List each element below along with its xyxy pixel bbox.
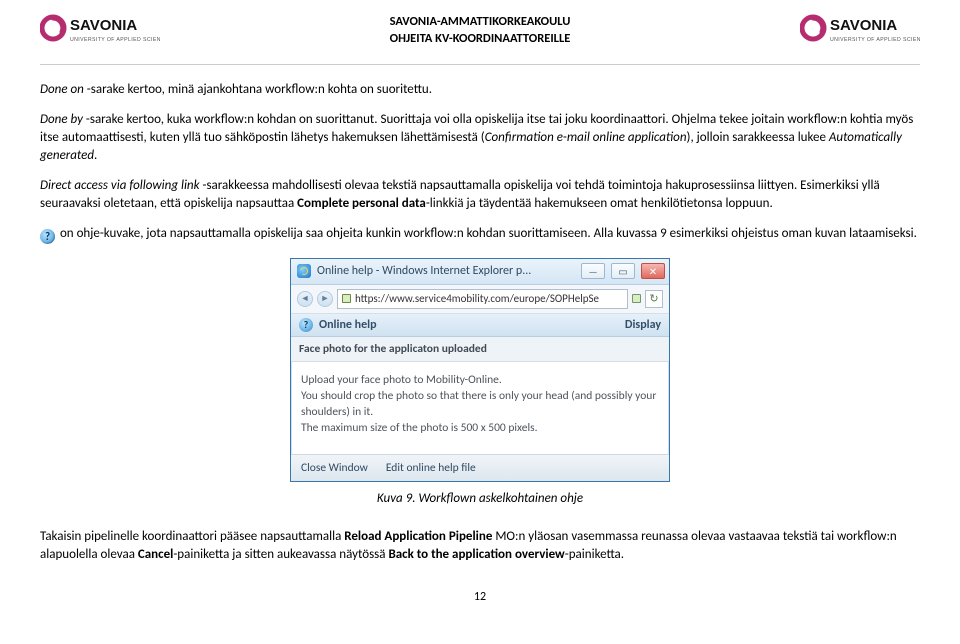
logo-brand-text: SAVONIA (70, 17, 137, 34)
header-titles: SAVONIA-AMMATTIKORKEAKOULU OHJEITA KV-KO… (170, 10, 790, 48)
paragraph-direct-access: Direct access via following link -sarakk… (40, 177, 920, 213)
edit-help-link[interactable]: Edit online help file (386, 461, 476, 475)
paragraph-help-icon: ? on ohje-kuvake, jota napsauttamalla op… (40, 225, 920, 244)
nav-back-button[interactable]: ◄ (297, 291, 313, 307)
term-back-to-overview: Back to the application overview (388, 547, 564, 562)
help-body-line3: The maximum size of the photo is 500 x 5… (301, 420, 659, 436)
logo-left: SAVONIA UNIVERSITY OF APPLIED SCIENCES (40, 10, 170, 54)
svg-text:UNIVERSITY OF APPLIED SCIENCES: UNIVERSITY OF APPLIED SCIENCES (830, 37, 920, 43)
term-done-on: Done on (40, 82, 84, 97)
help-panel-header: ? Online help Display (291, 314, 669, 337)
refresh-button[interactable]: ↻ (645, 290, 663, 308)
help-panel-title-wrap: ? Online help (299, 318, 377, 332)
nav-forward-button[interactable]: ► (317, 291, 333, 307)
help-body: Upload your face photo to Mobility-Onlin… (291, 362, 669, 454)
ie-app-icon (297, 264, 311, 278)
svg-text:SAVONIA: SAVONIA (830, 17, 897, 34)
help-section-title: Face photo for the applicaton uploaded (291, 337, 669, 362)
ie-window: Online help - Windows Internet Explorer … (290, 258, 670, 482)
term-complete-personal-data: Complete personal data (297, 196, 426, 211)
question-icon: ? (299, 318, 313, 332)
maximize-button[interactable]: ▭ (611, 263, 635, 279)
security-lock-icon (632, 294, 641, 303)
help-body-line2: You should crop the photo so that there … (301, 388, 659, 420)
lock-icon (342, 294, 351, 303)
figure-caption: Kuva 9. Workflown askelkohtainen ohje (40, 490, 920, 508)
header-line2: OHJEITA KV-KOORDINAATTOREILLE (170, 31, 790, 48)
term-direct-access: Direct access via following link (40, 178, 200, 193)
minimize-button[interactable]: — (581, 263, 605, 279)
paragraph-return-pipeline: Takaisin pipelinelle koordinaattori pääs… (40, 528, 920, 564)
paragraph-done-on: Done on -sarake kertoo, minä ajankohtana… (40, 81, 920, 99)
ie-screenshot: Online help - Windows Internet Explorer … (40, 258, 920, 482)
page-header: SAVONIA UNIVERSITY OF APPLIED SCIENCES S… (40, 0, 920, 60)
ie-address-bar: ◄ ► https://www.service4mobility.com/eur… (291, 285, 669, 314)
logo-sub-text: UNIVERSITY OF APPLIED SCIENCES (70, 37, 160, 43)
help-icon: ? (40, 229, 55, 244)
window-close-button[interactable]: ✕ (641, 263, 665, 279)
paragraph-done-by: Done by -sarake kertoo, kuka workflow:n … (40, 111, 920, 165)
help-body-line1: Upload your face photo to Mobility-Onlin… (301, 372, 659, 388)
help-panel-title: Online help (319, 318, 377, 332)
logo-right: SAVONIA UNIVERSITY OF APPLIED SCIENCES (790, 10, 920, 54)
term-cancel: Cancel (138, 547, 173, 562)
url-text: https://www.service4mobility.com/europe/… (355, 292, 599, 305)
header-divider (40, 64, 920, 65)
header-line1: SAVONIA-AMMATTIKORKEAKOULU (170, 14, 790, 31)
close-window-link[interactable]: Close Window (301, 461, 368, 475)
term-done-by: Done by (40, 112, 83, 127)
term-confirmation-email: Confirmation e-mail online application (485, 130, 687, 145)
help-footer: Close Window Edit online help file (291, 454, 669, 481)
url-field[interactable]: https://www.service4mobility.com/europe/… (337, 289, 628, 309)
help-panel-display: Display (625, 318, 661, 332)
ie-window-title: Online help - Windows Internet Explorer … (317, 264, 575, 278)
ie-titlebar: Online help - Windows Internet Explorer … (291, 259, 669, 285)
page-number: 12 (40, 590, 920, 604)
term-reload-pipeline: Reload Application Pipeline (344, 529, 492, 544)
